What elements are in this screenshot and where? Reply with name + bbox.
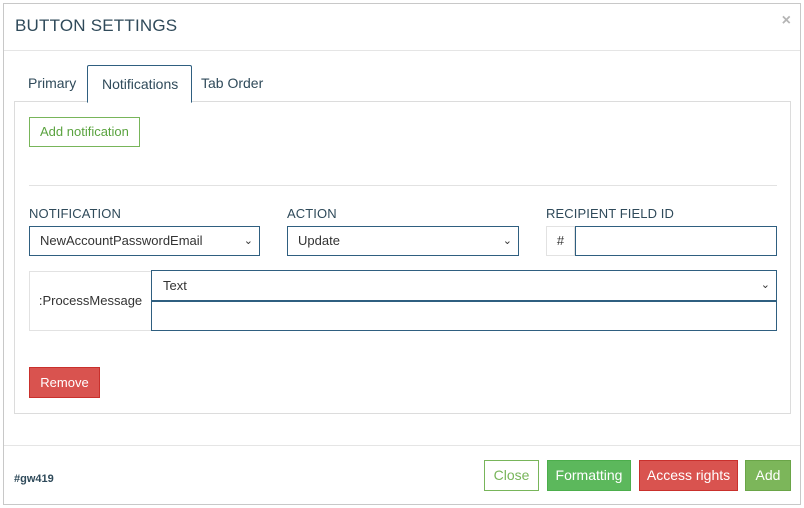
process-message-type-select[interactable]: Text ⌄ (151, 270, 777, 301)
dialog-title: BUTTON SETTINGS (15, 16, 178, 35)
action-label: ACTION (287, 206, 337, 221)
process-message-text-input[interactable] (151, 301, 777, 331)
recipient-field-id-label: RECIPIENT FIELD ID (546, 206, 674, 221)
process-message-type-value: Text (163, 278, 187, 293)
action-select-value: Update (298, 233, 340, 248)
notification-select[interactable]: NewAccountPasswordEmail ⌄ (29, 226, 260, 256)
tab-notifications[interactable]: Notifications (87, 65, 193, 103)
access-rights-button[interactable]: Access rights (639, 460, 738, 491)
dialog-footer: #gw419 Close Formatting Access rights Ad… (4, 445, 800, 504)
close-icon[interactable]: × (782, 13, 791, 29)
notification-label: NOTIFICATION (29, 206, 121, 221)
settings-tabs: Primary Notifications Tab Order (14, 65, 791, 103)
chevron-down-icon: ⌄ (760, 279, 770, 291)
formatting-button[interactable]: Formatting (547, 460, 631, 491)
add-notification-button[interactable]: Add notification (29, 117, 140, 147)
notification-select-value: NewAccountPasswordEmail (40, 233, 203, 248)
chevron-down-icon: ⌄ (243, 235, 253, 247)
close-button[interactable]: Close (484, 460, 539, 491)
tab-primary[interactable]: Primary (14, 65, 90, 103)
element-id: #gw419 (14, 473, 54, 485)
recipient-field-id-input[interactable] (575, 226, 777, 256)
add-button[interactable]: Add (745, 460, 791, 491)
action-select[interactable]: Update ⌄ (287, 226, 519, 256)
tab-tab-order[interactable]: Tab Order (187, 65, 277, 103)
divider (29, 185, 777, 186)
chevron-down-icon: ⌄ (502, 235, 512, 247)
remove-button[interactable]: Remove (29, 367, 100, 398)
button-settings-dialog: BUTTON SETTINGS × Primary Notifications … (3, 3, 801, 505)
dialog-header: BUTTON SETTINGS × (4, 4, 800, 51)
hash-addon: # (546, 226, 575, 256)
process-message-label: :ProcessMessage (29, 271, 152, 331)
notifications-panel: Add notification NOTIFICATION ACTION REC… (14, 102, 791, 414)
